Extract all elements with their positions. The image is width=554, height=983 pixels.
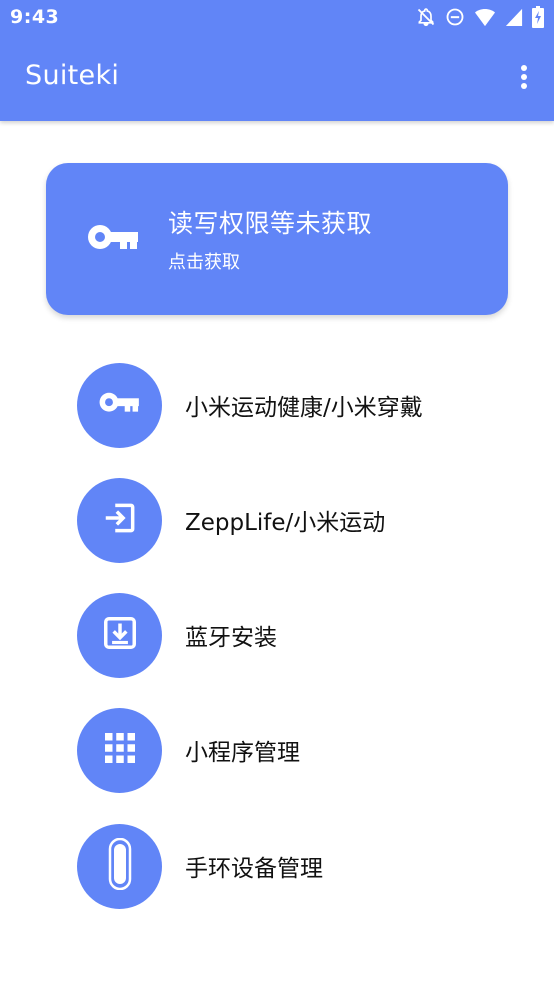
menu-icon-circle [77, 592, 162, 678]
menu-item-label: 手环设备管理 [185, 856, 323, 882]
menu-item-label: 蓝牙安装 [185, 625, 277, 651]
overflow-menu-button[interactable] [514, 62, 534, 96]
login-icon [101, 499, 139, 541]
menu-item-label: 小程序管理 [185, 740, 300, 766]
more-vert-icon [520, 64, 528, 94]
menu-icon-circle [77, 707, 162, 793]
menu-icon-circle [77, 362, 162, 448]
battery-icon [532, 6, 544, 28]
menu-item-bluetooth-install[interactable]: 蓝牙安装 [77, 592, 497, 678]
permission-title: 读写权限等未获取 [168, 209, 373, 238]
wifi-icon [474, 7, 496, 27]
permission-subtitle: 点击获取 [168, 252, 240, 273]
menu-icon-circle [77, 477, 162, 563]
notifications-off-icon [416, 7, 436, 27]
menu-item-mi-fitness[interactable]: 小米运动健康/小米穿戴 [77, 362, 497, 448]
signal-icon [505, 7, 523, 27]
menu-item-band-device-manage[interactable]: 手环设备管理 [77, 823, 497, 909]
key-icon [98, 387, 142, 423]
status-bar: 9:43 [0, 0, 554, 36]
menu-item-mini-program-manage[interactable]: 小程序管理 [77, 707, 497, 793]
status-icons [416, 6, 544, 28]
do-not-disturb-icon [445, 7, 465, 27]
apps-grid-icon [102, 730, 138, 770]
menu-icon-circle [77, 823, 162, 909]
app-title: Suiteki [25, 60, 120, 91]
band-icon [108, 837, 132, 894]
menu-item-label: 小米运动健康/小米穿戴 [185, 395, 423, 421]
install-icon [101, 614, 139, 656]
app-bar: 9:43 Suiteki [0, 0, 554, 121]
key-icon [86, 218, 142, 258]
permission-card[interactable]: 读写权限等未获取 点击获取 [46, 163, 508, 315]
menu-item-zepplife[interactable]: ZeppLife/小米运动 [77, 477, 497, 563]
menu-item-label: ZeppLife/小米运动 [185, 510, 386, 536]
status-time: 9:43 [10, 6, 60, 28]
